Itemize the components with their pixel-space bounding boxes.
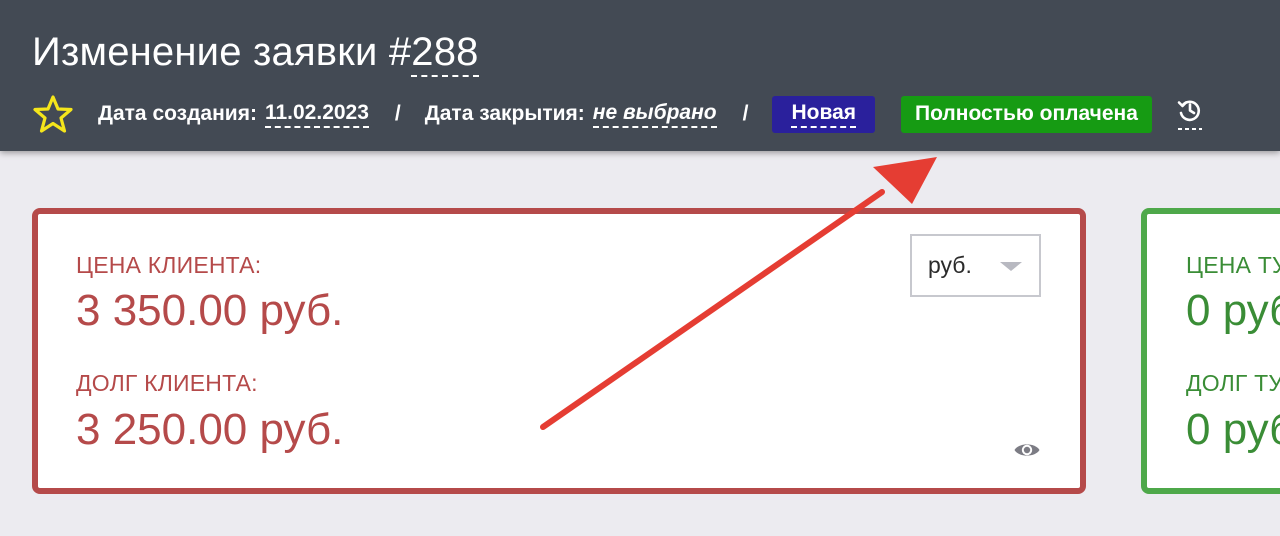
client-debt-label: ДОЛГ КЛИЕНТА: [76, 370, 258, 396]
tour-price-value: 0 руб [1186, 286, 1280, 335]
eye-icon[interactable] [1013, 440, 1041, 460]
status-badge-label: Новая [791, 101, 857, 128]
chevron-down-icon [1000, 262, 1022, 271]
client-price-label: ЦЕНА КЛИЕНТА: [76, 252, 262, 278]
order-meta-row: Дата создания: 11.02.2023 / Дата закрыти… [32, 94, 1204, 134]
client-price-value: 3 350.00 руб. [76, 286, 344, 335]
tour-debt-value: 0 руб [1186, 405, 1280, 454]
closed-date-value[interactable]: не выбрано [592, 101, 717, 128]
currency-select[interactable]: руб. [910, 234, 1041, 297]
currency-select-value: руб. [928, 252, 972, 278]
closed-date-label: Дата закрытия: [424, 102, 585, 125]
star-icon[interactable] [32, 94, 74, 134]
page-title: Изменение заявки #288 [32, 30, 479, 77]
history-icon[interactable] [1176, 96, 1204, 132]
order-number-link[interactable]: 288 [411, 30, 479, 77]
tour-price-label: ЦЕНА ТУ [1186, 252, 1280, 278]
tour-debt-label: ДОЛГ ТУ [1186, 370, 1280, 396]
client-debt-value: 3 250.00 руб. [76, 405, 344, 454]
created-date-value[interactable]: 11.02.2023 [264, 101, 369, 128]
payment-status-badge[interactable]: Полностью оплачена [901, 95, 1152, 133]
client-finance-card: ЦЕНА КЛИЕНТА: 3 350.00 руб. ДОЛГ КЛИЕНТА… [32, 208, 1086, 494]
order-header: Изменение заявки #288 Дата создания: 11.… [0, 0, 1280, 151]
title-text: Изменение заявки # [32, 30, 412, 74]
tour-finance-card: ЦЕНА ТУ 0 руб ДОЛГ ТУ 0 руб [1141, 208, 1280, 494]
meta-separator: / [742, 102, 749, 125]
status-badge[interactable]: Новая [772, 95, 876, 133]
created-date-label: Дата создания: [98, 102, 257, 125]
meta-separator: / [394, 102, 401, 125]
